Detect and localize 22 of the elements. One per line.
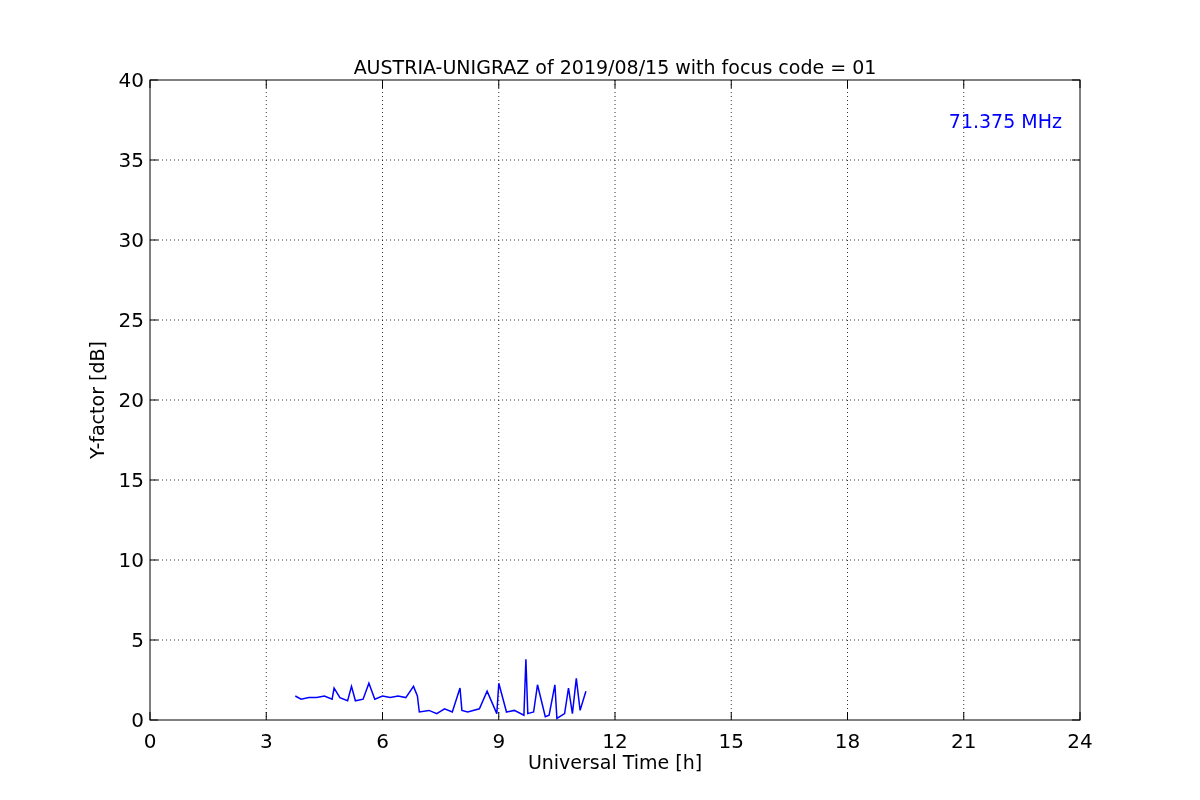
x-tick-label: 15 xyxy=(718,729,744,753)
x-tick-label: 21 xyxy=(951,729,977,753)
y-tick-label: 20 xyxy=(118,388,144,412)
y-tick-label: 35 xyxy=(118,148,144,172)
x-tick-label: 0 xyxy=(143,729,157,753)
y-tick-label: 30 xyxy=(118,228,144,252)
y-tick-label: 25 xyxy=(118,308,144,332)
x-tick-label: 12 xyxy=(602,729,628,753)
y-tick-label: 0 xyxy=(131,708,144,732)
x-tick-label: 6 xyxy=(376,729,389,753)
x-tick-label: 18 xyxy=(834,729,861,753)
x-tick-label: 24 xyxy=(1067,729,1093,753)
x-tick-label: 9 xyxy=(492,729,506,753)
y-axis-label: Y-factor [dB] xyxy=(86,341,108,459)
x-axis-label: Universal Time [h] xyxy=(527,751,703,773)
y-tick-label: 40 xyxy=(118,68,144,92)
y-tick-label: 15 xyxy=(118,468,144,492)
y-tick-label: 5 xyxy=(131,628,144,652)
x-tick-label: 3 xyxy=(259,729,273,753)
y-tick-label: 10 xyxy=(118,548,144,572)
chart-title: AUSTRIA-UNIGRAZ of 2019/08/15 with focus code = 01 xyxy=(353,56,877,78)
series-label: 71.375 MHz xyxy=(948,110,1062,132)
